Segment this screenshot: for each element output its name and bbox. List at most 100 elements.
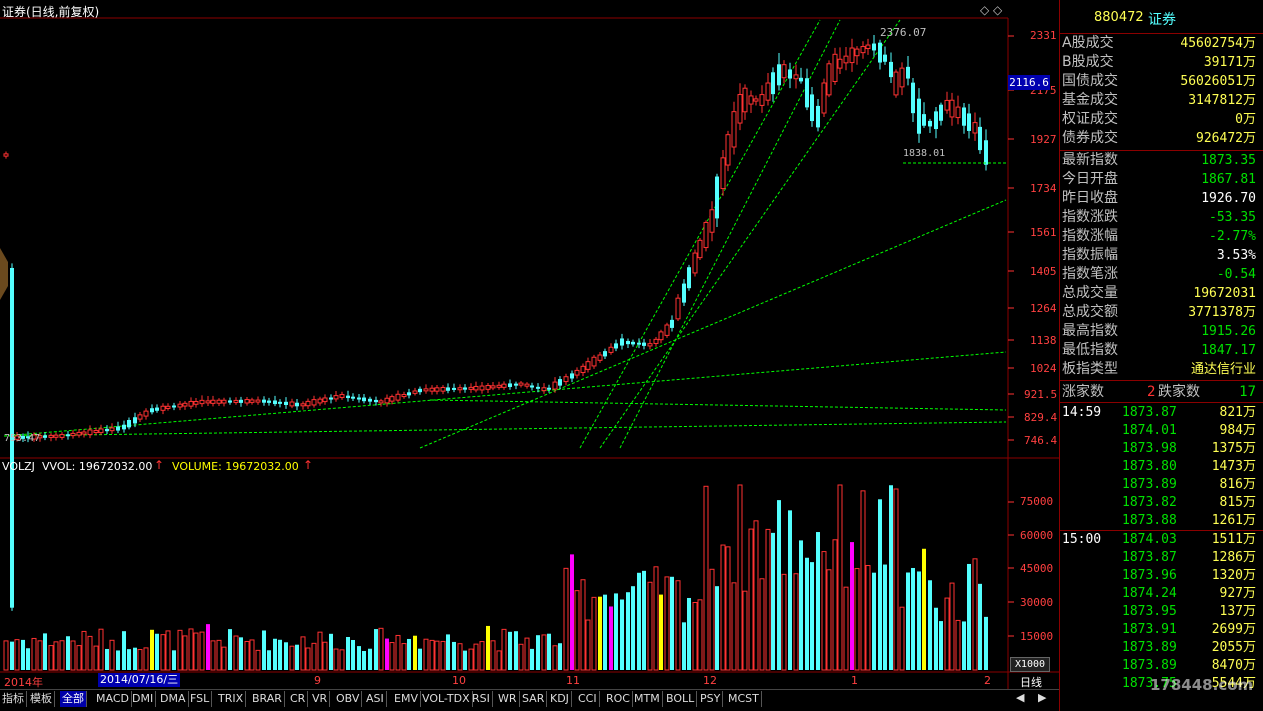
candle	[865, 44, 871, 50]
volume-bar	[703, 485, 709, 671]
tick-time: 15:00	[1062, 532, 1102, 547]
volume-bar	[793, 573, 799, 671]
volume-bar	[255, 649, 261, 671]
volume-bar	[81, 630, 87, 671]
volume-bar	[659, 594, 663, 670]
candle	[177, 403, 183, 408]
tab-rsi[interactable]: RSI	[470, 691, 493, 707]
price-label: 1138	[1030, 334, 1057, 347]
tab-psy[interactable]: PSY	[698, 691, 724, 707]
candle	[59, 434, 65, 438]
candle	[934, 111, 938, 130]
tab-vr[interactable]: VR	[310, 691, 331, 707]
tab-vol-tdx[interactable]: VOL-TDX	[420, 691, 473, 707]
candle	[530, 385, 534, 388]
volume-bar	[137, 649, 143, 671]
nav-buttons: ◀ ▶	[1012, 690, 1056, 707]
index-row: 总成交量 19672031	[1060, 284, 1256, 303]
candle	[883, 54, 887, 62]
volume-bar	[346, 636, 350, 670]
tab-macd[interactable]: MACD	[94, 691, 132, 707]
volume-row-value: 926472万	[1196, 131, 1256, 146]
tab-trix[interactable]: TRIX	[216, 691, 247, 707]
candle	[289, 401, 295, 407]
arrow-right-icon[interactable]: ▶	[1038, 691, 1046, 704]
candle	[872, 43, 876, 51]
tab-dma[interactable]: DMA	[158, 691, 189, 707]
volume-bar	[821, 551, 827, 671]
settings-diamond-icon[interactable]: ◇	[980, 3, 989, 17]
volume-bar	[133, 647, 137, 670]
volume-bar	[440, 640, 446, 671]
volume-bar	[317, 631, 323, 671]
candle	[228, 400, 232, 403]
volume-bar	[172, 650, 176, 670]
volume-row-value: 3147812万	[1188, 93, 1256, 108]
tab-wr[interactable]: WR	[496, 691, 520, 707]
index-row-label: 总成交额	[1062, 304, 1118, 320]
volume-bar	[177, 629, 183, 671]
date-label: 12	[703, 674, 717, 687]
volume-bar	[418, 648, 422, 670]
period-label[interactable]: 日线	[1020, 674, 1042, 690]
tab-obv[interactable]: OBV	[334, 691, 363, 707]
tab-mcst[interactable]: MCST	[726, 691, 762, 707]
volume-bar	[922, 548, 926, 670]
tab-模板[interactable]: 模板	[28, 691, 55, 707]
expand-diamond-icon[interactable]: ◇	[993, 3, 1002, 17]
tab-cr[interactable]: CR	[288, 691, 309, 707]
tab-mtm[interactable]: MTM	[632, 691, 663, 707]
index-row-label: 最低指数	[1062, 342, 1118, 358]
index-row: 最低指数 1847.17	[1060, 341, 1256, 360]
arrow-left-icon[interactable]: ◀	[1016, 691, 1024, 704]
candle	[133, 417, 137, 424]
volume-row-value: 39171万	[1203, 55, 1256, 70]
candle	[805, 78, 809, 108]
candle	[468, 386, 474, 390]
volume-bar	[860, 490, 866, 671]
tab-asi[interactable]: ASI	[364, 691, 387, 707]
volume-bar	[182, 635, 188, 671]
tick-price: 1873.80	[1122, 459, 1177, 474]
volume-bar	[109, 639, 115, 671]
candle	[440, 386, 446, 392]
candle	[199, 399, 205, 405]
volume-bar	[670, 576, 674, 670]
tick-volume: 816万	[1219, 477, 1256, 492]
candle	[300, 403, 306, 407]
tab-dmi[interactable]: DMI	[130, 691, 157, 707]
volume-bar	[872, 572, 876, 670]
index-row-label: 昨日收盘	[1062, 190, 1118, 206]
price-label: 1405	[1030, 265, 1057, 278]
volume-bar	[737, 484, 743, 671]
tab-brar[interactable]: BRAR	[250, 691, 285, 707]
candle	[473, 385, 479, 391]
candle	[793, 74, 799, 80]
index-row-value: 3771378万	[1188, 305, 1256, 320]
tab-fsl[interactable]: FSL	[188, 691, 213, 707]
candle	[626, 340, 630, 345]
candle	[374, 399, 378, 403]
tab-kdj[interactable]: KDJ	[548, 691, 572, 707]
volume-bar	[434, 640, 440, 671]
tab-boll[interactable]: BOLL	[664, 691, 698, 707]
candle	[518, 382, 524, 386]
volume-bar	[452, 641, 456, 670]
volume-bar	[155, 633, 159, 670]
candle	[463, 387, 467, 390]
tab-sar[interactable]: SAR	[520, 691, 548, 707]
volume-row-value: 0万	[1235, 112, 1256, 127]
candle	[816, 105, 820, 128]
candle	[221, 399, 227, 404]
volume-bar	[563, 567, 569, 671]
tab-emv[interactable]: EMV	[392, 691, 421, 707]
candle	[452, 387, 456, 390]
candle	[127, 420, 131, 428]
tab-全部[interactable]: 全部	[60, 691, 87, 707]
kline-chart[interactable]	[0, 0, 1059, 689]
tab-roc[interactable]: ROC	[604, 691, 633, 707]
volume-bar	[585, 619, 591, 671]
volume-bar	[262, 630, 266, 670]
tab-指标[interactable]: 指标	[0, 691, 27, 707]
tab-cci[interactable]: CCI	[576, 691, 600, 707]
